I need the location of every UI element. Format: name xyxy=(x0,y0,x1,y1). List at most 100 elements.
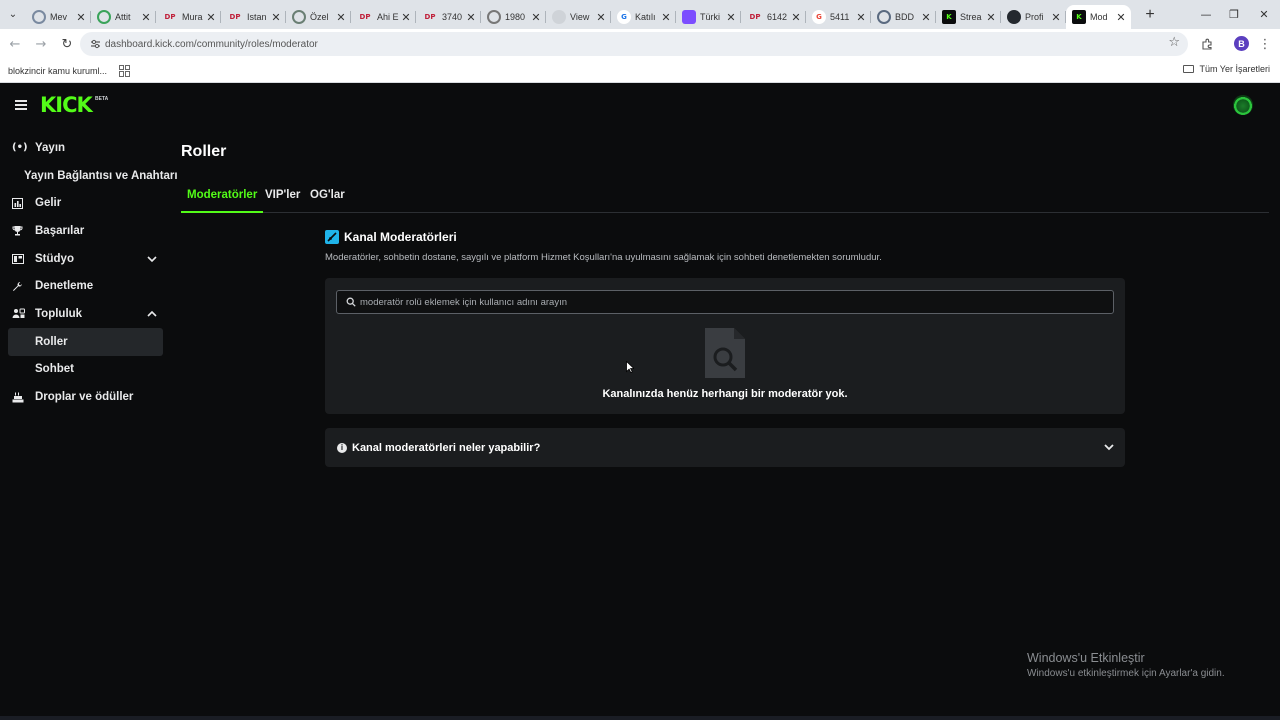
tab-vips[interactable]: VIP'ler xyxy=(265,189,300,213)
browser-tab[interactable]: DP 3740 ✕ xyxy=(416,5,481,29)
sidebar-item-studyo[interactable]: Stüdyo xyxy=(0,245,170,273)
browser-tab[interactable]: DP 6142 ✕ xyxy=(741,5,806,29)
chevron-down-icon[interactable] xyxy=(146,253,158,265)
chevron-up-icon[interactable] xyxy=(146,308,158,320)
tab-title: Özel xyxy=(310,12,329,22)
browser-tab[interactable]: Mev ✕ xyxy=(26,5,91,29)
new-tab-button[interactable]: + xyxy=(1137,2,1163,28)
close-tab-icon[interactable]: ✕ xyxy=(855,11,867,24)
sidebar-item-basarilar[interactable]: Başarılar xyxy=(0,217,170,245)
browser-tab[interactable]: View ✕ xyxy=(546,5,611,29)
sidebar-item-sohbet[interactable]: Sohbet xyxy=(0,356,170,384)
close-tab-icon[interactable]: ✕ xyxy=(1050,11,1062,24)
close-tab-icon[interactable]: ✕ xyxy=(205,11,217,24)
close-tab-icon[interactable]: ✕ xyxy=(920,11,932,24)
sidebar-item-roller[interactable]: Roller xyxy=(8,327,163,356)
browser-tab[interactable]: K Strea ✕ xyxy=(936,5,1001,29)
profile-avatar[interactable]: B xyxy=(1234,36,1249,51)
browser-tab[interactable]: 1980 ✕ xyxy=(481,5,546,29)
browser-tab[interactable]: Attit ✕ xyxy=(91,5,156,29)
kick-logo[interactable]: KICK xyxy=(40,94,93,116)
browser-tab[interactable]: BDD ✕ xyxy=(871,5,936,29)
close-tab-icon[interactable]: ✕ xyxy=(790,11,802,24)
tab-moderators[interactable]: Moderatörler xyxy=(181,189,264,213)
browser-tab[interactable]: Özel ✕ xyxy=(286,5,351,29)
reload-icon[interactable]: ↻ xyxy=(54,31,80,57)
apps-grid-icon[interactable] xyxy=(119,64,131,77)
chevron-down-icon[interactable] xyxy=(1103,441,1115,453)
sidebar-item-topluluk[interactable]: Topluluk xyxy=(0,300,170,328)
sidebar-item-stream-key[interactable]: Yayın Bağlantısı ve Anahtarı xyxy=(0,162,178,190)
tab-ogs[interactable]: OG'lar xyxy=(310,189,345,213)
bookmark-item[interactable]: blokzincir kamu kuruml... xyxy=(8,66,107,76)
url-text[interactable]: dashboard.kick.com/community/roles/moder… xyxy=(105,39,318,50)
tab-search-chevron-icon[interactable]: ⌄ xyxy=(0,0,26,29)
address-bar[interactable]: dashboard.kick.com/community/roles/moder… xyxy=(80,32,1188,56)
all-bookmarks-label: Tüm Yer İşaretleri xyxy=(1199,64,1270,74)
circle-globe-icon xyxy=(32,10,46,24)
dp-logo-icon: DP xyxy=(749,13,761,21)
dp-logo-icon: DP xyxy=(424,13,436,21)
watermark-title: Windows'u Etkinleştir xyxy=(1027,651,1145,665)
purple-app-icon xyxy=(682,10,696,24)
moderator-search-field[interactable] xyxy=(336,290,1114,314)
extensions-icon[interactable] xyxy=(1196,32,1218,56)
close-tab-icon[interactable]: ✕ xyxy=(985,11,997,24)
sidebar-item-yayin[interactable]: (•) Yayın xyxy=(0,134,170,162)
wrench-icon xyxy=(12,281,26,292)
tab-title: Istan xyxy=(247,12,267,22)
back-icon[interactable]: ← xyxy=(2,31,28,57)
browser-tab[interactable]: Türki ✕ xyxy=(676,5,741,29)
close-tab-icon[interactable]: ✕ xyxy=(270,11,282,24)
blank-icon xyxy=(552,10,566,24)
community-icon xyxy=(12,308,26,319)
browser-tab[interactable]: DP Istan ✕ xyxy=(221,5,286,29)
github-logo-icon xyxy=(1007,10,1021,24)
close-tab-icon[interactable]: ✕ xyxy=(400,11,412,24)
sidebar-item-label: Droplar ve ödüller xyxy=(35,391,134,404)
close-tab-icon[interactable]: ✕ xyxy=(75,11,87,24)
menu-icon[interactable] xyxy=(15,100,27,110)
close-tab-icon[interactable]: ✕ xyxy=(530,11,542,24)
folder-icon xyxy=(1183,65,1195,73)
dp-logo-icon: DP xyxy=(229,13,241,21)
broadcast-icon: (•) xyxy=(12,142,28,154)
close-tab-icon[interactable]: ✕ xyxy=(465,11,477,24)
kick-logo-icon: K xyxy=(942,10,956,24)
close-tab-icon[interactable]: ✕ xyxy=(725,11,737,24)
restore-icon[interactable]: ❐ xyxy=(1218,0,1250,29)
user-avatar[interactable] xyxy=(1233,95,1253,115)
trophy-icon xyxy=(12,225,26,236)
sidebar-item-denetleme[interactable]: Denetleme xyxy=(0,272,170,300)
browser-tab[interactable]: DP Mura ✕ xyxy=(156,5,221,29)
circle-check-icon xyxy=(97,10,111,24)
search-input[interactable] xyxy=(360,296,1100,308)
section-description: Moderatörler, sohbetin dostane, saygılı … xyxy=(325,252,882,263)
close-tab-icon[interactable]: ✕ xyxy=(335,11,347,24)
browser-menu-icon[interactable]: ⋮ xyxy=(1258,32,1272,56)
tab-title: Katılı xyxy=(635,12,656,22)
browser-tab[interactable]: DP Ahi E ✕ xyxy=(351,5,416,29)
tab-title: Mev xyxy=(50,12,68,22)
sidebar-item-label: Sohbet xyxy=(35,363,74,376)
forward-icon[interactable]: → xyxy=(28,31,54,57)
page-title: Roller xyxy=(181,143,227,160)
close-window-icon[interactable]: ✕ xyxy=(1248,0,1280,29)
browser-tab[interactable]: G Katılı ✕ xyxy=(611,5,676,29)
g-logo-icon: G xyxy=(617,10,631,24)
tab-title: Profi xyxy=(1025,12,1044,22)
sidebar-item-droplar[interactable]: Droplar ve ödüller xyxy=(0,383,170,411)
sidebar-item-gelir[interactable]: Gelir xyxy=(0,189,170,217)
bookmark-star-icon[interactable]: ☆ xyxy=(1168,35,1180,50)
close-tab-icon[interactable]: ✕ xyxy=(140,11,152,24)
moderator-faq-accordion[interactable]: i Kanal moderatörleri neler yapabilir? xyxy=(325,428,1125,467)
close-tab-icon[interactable]: ✕ xyxy=(660,11,672,24)
close-tab-icon[interactable]: ✕ xyxy=(1115,11,1127,24)
browser-tab[interactable]: K Mod ✕ xyxy=(1066,5,1131,29)
browser-tab[interactable]: Profi ✕ xyxy=(1001,5,1066,29)
all-bookmarks-button[interactable]: Tüm Yer İşaretleri xyxy=(1183,64,1270,74)
site-info-icon[interactable] xyxy=(87,36,103,52)
close-tab-icon[interactable]: ✕ xyxy=(595,11,607,24)
browser-tab[interactable]: G 5411 ✕ xyxy=(806,5,871,29)
sidebar-item-label: Stüdyo xyxy=(35,252,74,265)
